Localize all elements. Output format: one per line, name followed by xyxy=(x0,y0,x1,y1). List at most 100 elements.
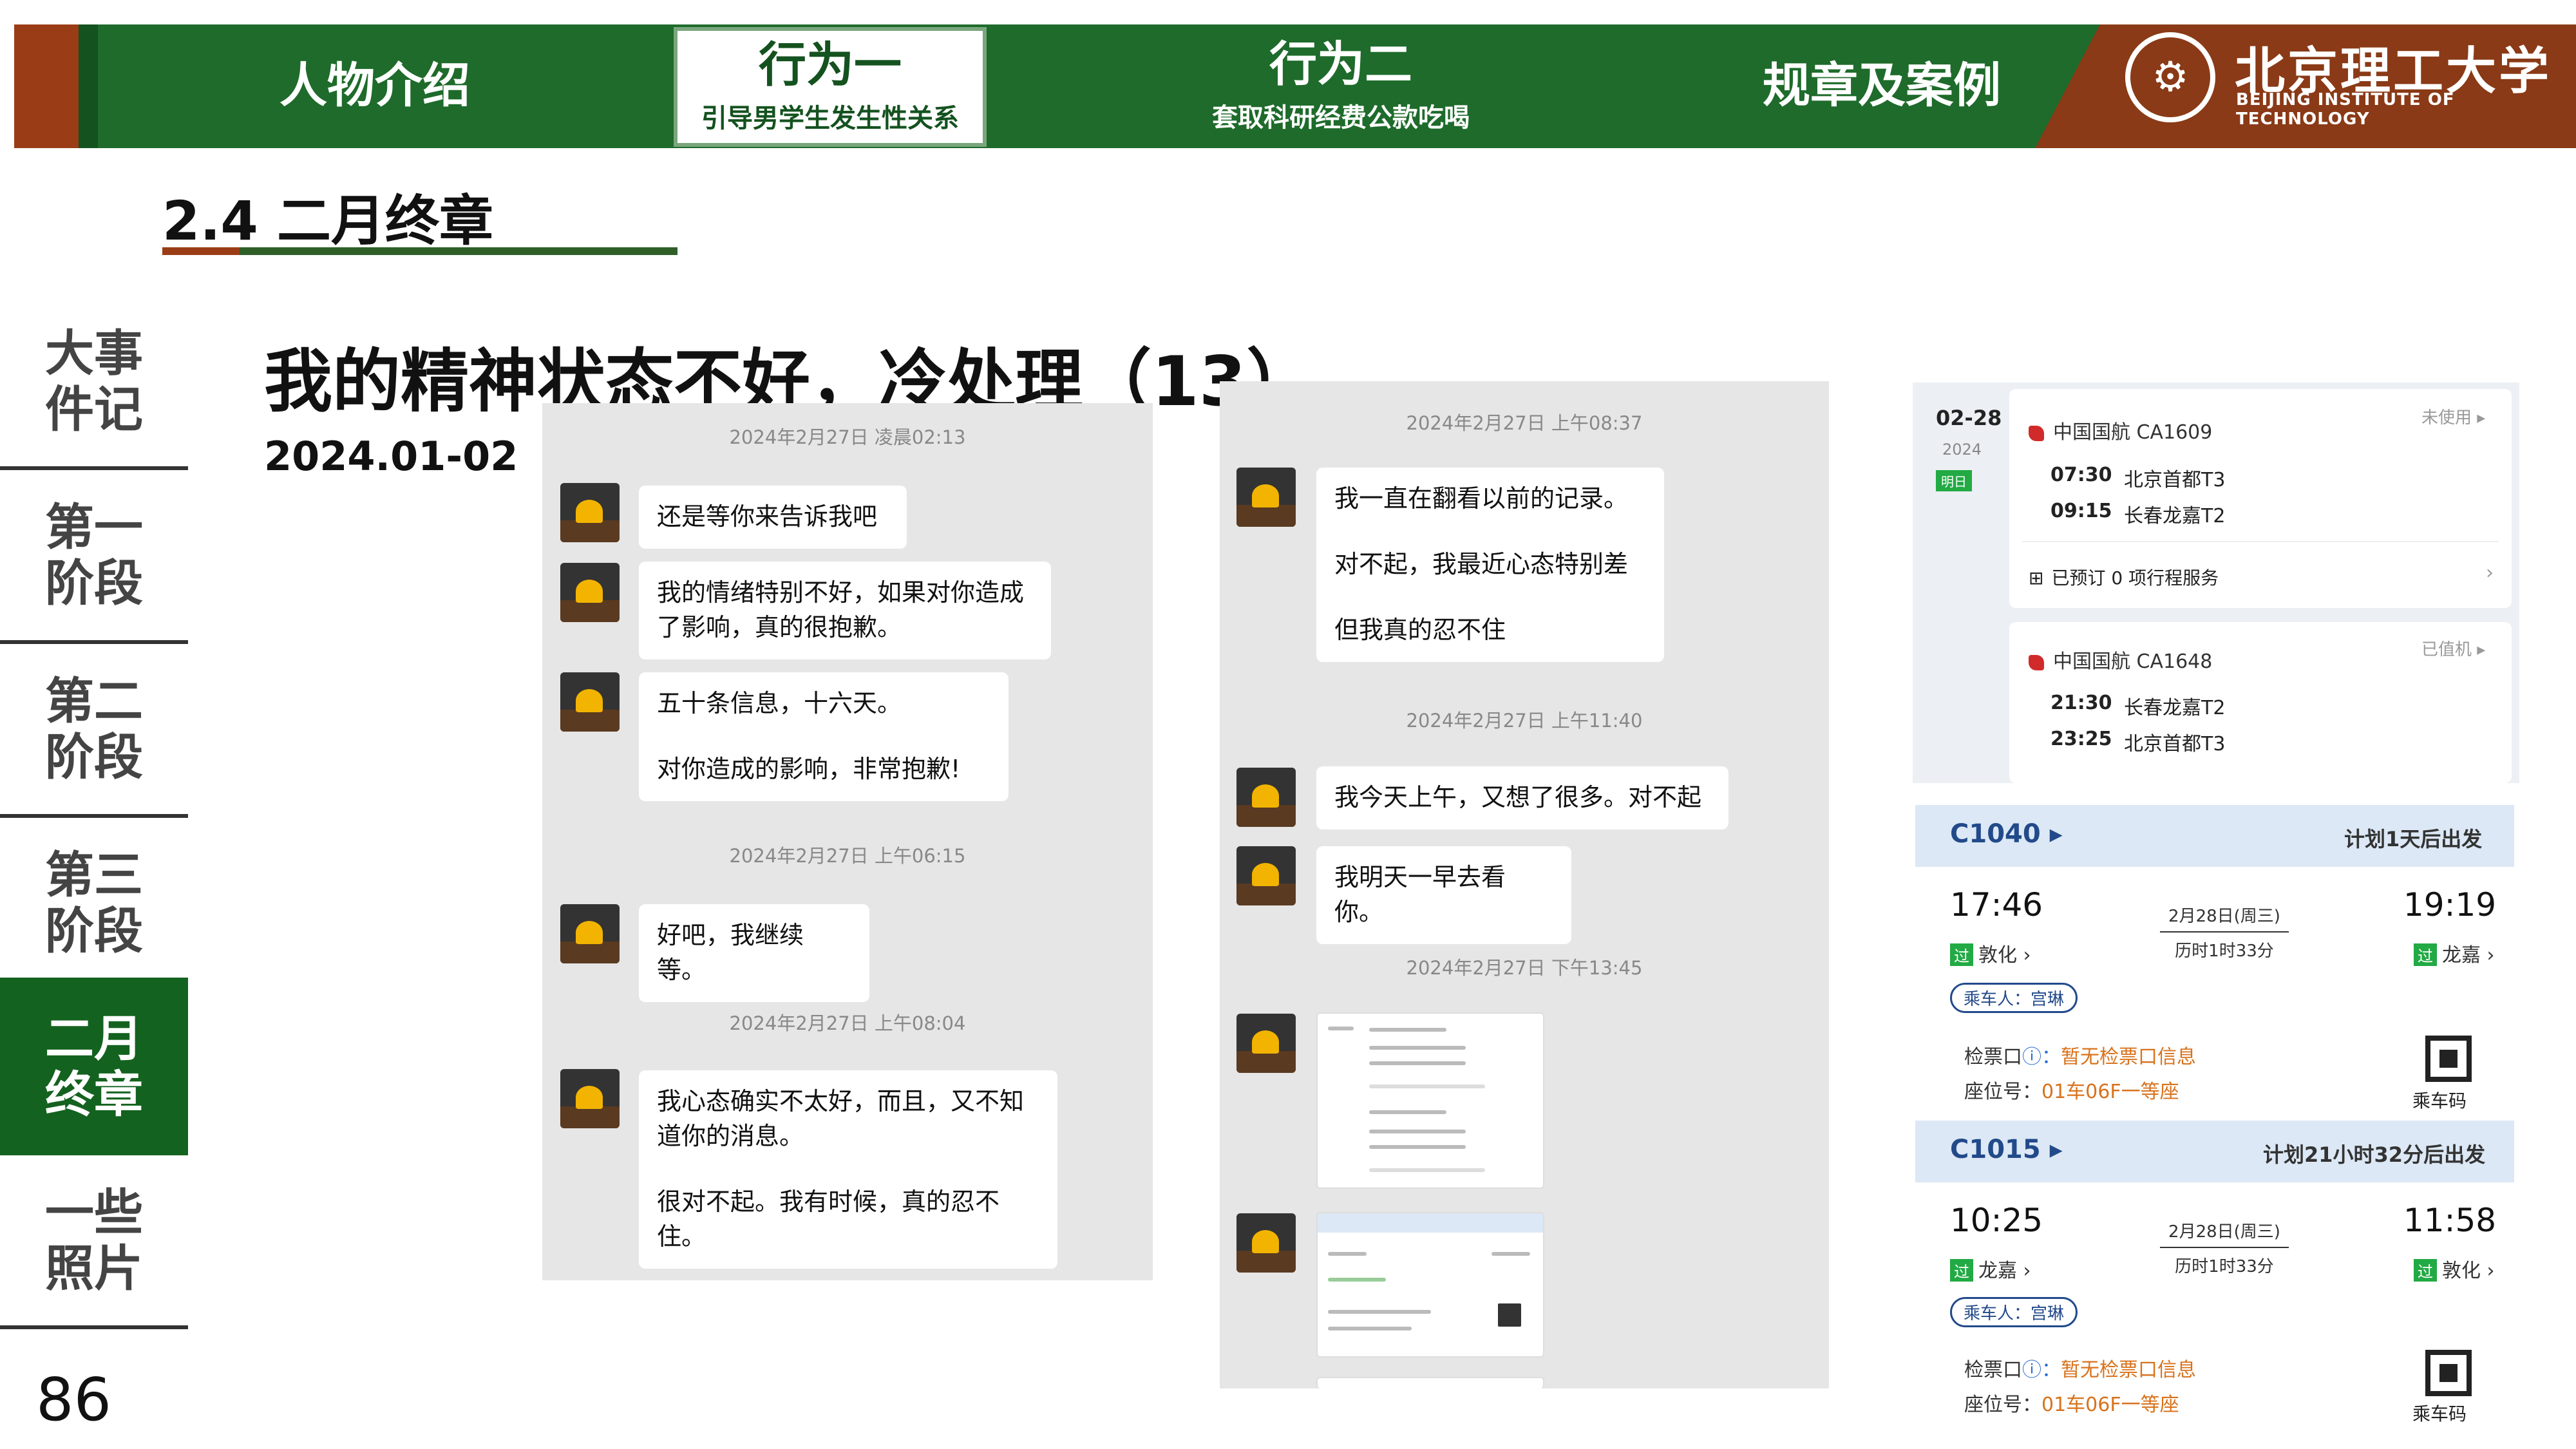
avatar xyxy=(560,563,620,622)
gate-info: 暂无检票口信息 xyxy=(2061,1046,2196,1068)
tab-behavior-one[interactable]: 行为一 引导男学生发生性关系 xyxy=(674,27,987,147)
train-number[interactable]: C1040 ▸ xyxy=(1950,819,2063,849)
tab-title: 行为一 xyxy=(759,37,902,93)
flight-segment-2[interactable]: 中国国航 CA1648 已值机 ▸ 21:30 长春龙嘉T2 23:25 北京首… xyxy=(2009,622,2512,783)
flight-status[interactable]: 已值机 ▸ xyxy=(2421,636,2485,660)
header-accent-strip xyxy=(14,24,79,148)
chat-bubble: 我明天一早去看你。 xyxy=(1316,846,1571,944)
departure-station[interactable]: 龙嘉 › xyxy=(1978,1260,2031,1282)
train-number[interactable]: C1015 ▸ xyxy=(1950,1135,2063,1164)
arrival-station[interactable]: 龙嘉 › xyxy=(2442,944,2495,967)
seat-info: 01车06F一等座 xyxy=(2041,1081,2179,1103)
arrival-airport: 长春龙嘉T2 xyxy=(2124,505,2226,527)
header-divider xyxy=(79,24,98,148)
avatar xyxy=(560,483,620,542)
chat-bubble: 我一直在翻看以前的记录。 对不起，我最近心态特别差 但我真的忍不住 xyxy=(1316,468,1664,662)
arrival-time: 19:19 xyxy=(2403,886,2497,923)
avatar xyxy=(1236,468,1296,527)
grid-icon: ⊞ xyxy=(2029,567,2044,589)
departure-airport: 长春龙嘉T2 xyxy=(2124,697,2226,719)
checked-badge: 过 xyxy=(2414,943,2437,966)
info-icon: ⓘ： xyxy=(2022,1359,2061,1381)
travel-date: 2月28日(周三) xyxy=(2168,1222,2280,1242)
arrival-time: 23:25 xyxy=(2050,728,2112,750)
arrival-station[interactable]: 敦化 › xyxy=(2442,1260,2495,1282)
tab-subtitle: 套取科研经费公款吃喝 xyxy=(1212,102,1470,133)
page-number: 86 xyxy=(36,1365,112,1434)
chevron-right-icon[interactable]: › xyxy=(2486,562,2494,584)
chat-bubble: 还是等你来告诉我吧 xyxy=(639,486,907,549)
tab-title: 规章及案例 xyxy=(1763,58,2001,114)
section-underline xyxy=(162,247,677,255)
train-ticket-thumbnail[interactable] xyxy=(1316,1212,1544,1358)
train-tickets-card: C1040 ▸ 计划1天后出发 17:46 19:19 2月28日(周三) 历时… xyxy=(1915,805,2514,1436)
travel-duration: 历时1时33分 xyxy=(2175,942,2274,961)
flight-screenshot-thumbnail[interactable] xyxy=(1316,1012,1544,1189)
booked-services: 已预订 0 项行程服务 xyxy=(2051,567,2219,589)
flight-status[interactable]: 未使用 ▸ xyxy=(2421,404,2485,428)
departure-plan: 计划1天后出发 xyxy=(2344,827,2483,851)
checked-badge: 过 xyxy=(2414,1259,2437,1282)
gate-label: 检票口 xyxy=(1964,1359,2022,1381)
sidebar-item-february-finale[interactable]: 二月 终章 xyxy=(0,978,188,1155)
section-title: 2.4 二月终章 xyxy=(162,189,494,252)
sidebar-item-timeline[interactable]: 大事 件记 xyxy=(0,296,188,470)
air-china-logo-icon xyxy=(2029,654,2044,670)
chat-bubble: 我今天上午，又想了很多。对不起 xyxy=(1316,766,1728,829)
qr-code-label: 乘车码 xyxy=(2412,1403,2467,1425)
departure-station[interactable]: 敦化 › xyxy=(1978,944,2031,967)
qr-code-icon[interactable] xyxy=(2425,1036,2472,1082)
flight-airline: 中国国航 CA1648 xyxy=(2053,650,2213,673)
qr-code-label: 乘车码 xyxy=(2412,1090,2467,1112)
avatar xyxy=(1236,1014,1296,1073)
departure-plan: 计划21小时32分后出发 xyxy=(2263,1142,2486,1167)
avatar xyxy=(1236,1213,1296,1273)
travel-date: 2月28日(周三) xyxy=(2168,907,2280,926)
tab-behavior-two[interactable]: 行为二 套取科研经费公款吃喝 xyxy=(1019,24,1663,148)
sidebar-item-stage-two[interactable]: 第二 阶段 xyxy=(0,644,188,818)
image-thumbnail-partial[interactable] xyxy=(1316,1377,1544,1388)
seat-label: 座位号： xyxy=(1964,1394,2041,1416)
arrival-airport: 北京首都T3 xyxy=(2124,733,2226,755)
avatar xyxy=(560,672,620,732)
university-name-en: BEIJING INSTITUTE OF TECHNOLOGY xyxy=(2236,90,2455,129)
tab-title: 人物介绍 xyxy=(279,58,470,114)
chat-bubble: 我心态确实不太好，而且，又不知道你的消息。 很对不起。我有时候，真的忍不住。 xyxy=(639,1070,1057,1269)
chat-timestamp: 2024年2月27日 凌晨02:13 xyxy=(729,426,966,448)
departure-time: 07:30 xyxy=(2050,464,2112,486)
info-icon: ⓘ： xyxy=(2022,1046,2061,1068)
tab-subtitle: 引导男学生发生性关系 xyxy=(701,103,959,133)
chat-bubble: 我的情绪特别不好，如果对你造成了影响，真的很抱歉。 xyxy=(639,562,1051,659)
arrival-time: 11:58 xyxy=(2403,1202,2497,1239)
checked-badge: 过 xyxy=(1950,1259,1973,1282)
chat-bubble: 好吧，我继续等。 xyxy=(639,904,869,1002)
seat-info: 01车06F一等座 xyxy=(2041,1394,2179,1416)
gate-info: 暂无检票口信息 xyxy=(2061,1359,2196,1381)
flight-airline: 中国国航 CA1609 xyxy=(2053,421,2213,444)
departure-time: 21:30 xyxy=(2050,692,2112,714)
flight-date: 02-28 xyxy=(1936,406,2002,430)
passenger-badge: 乘车人：宫琳 xyxy=(1950,983,2078,1013)
university-seal-icon: ⚙ xyxy=(2125,32,2215,122)
chat-timestamp: 2024年2月27日 上午08:37 xyxy=(1406,412,1643,434)
seat-label: 座位号： xyxy=(1964,1081,2041,1103)
flight-year: 2024 xyxy=(1942,440,1982,459)
gate-label: 检票口 xyxy=(1964,1046,2022,1068)
chat-screenshot-1: 2024年2月27日 凌晨02:13 还是等你来告诉我吧 我的情绪特别不好，如果… xyxy=(542,403,1153,1280)
checked-badge: 过 xyxy=(1950,943,1973,966)
sidebar-item-stage-three[interactable]: 第三 阶段 xyxy=(0,818,188,992)
slide-date: 2024.01-02 xyxy=(264,433,518,480)
flight-itinerary-card: 02-28 2024 明日 中国国航 CA1609 未使用 ▸ 07:30 北京… xyxy=(1913,383,2519,783)
chat-timestamp: 2024年2月27日 下午13:45 xyxy=(1406,957,1643,979)
avatar xyxy=(1236,846,1296,905)
tab-title: 行为二 xyxy=(1269,37,1412,93)
qr-code-icon[interactable] xyxy=(2425,1350,2472,1396)
chat-screenshot-2: 2024年2月27日 上午08:37 我一直在翻看以前的记录。 对不起，我最近心态… xyxy=(1220,381,1829,1388)
sidebar-item-stage-one[interactable]: 第一 阶段 xyxy=(0,470,188,644)
travel-duration: 历时1时33分 xyxy=(2175,1257,2274,1276)
departure-time: 10:25 xyxy=(1950,1202,2043,1239)
tab-person-intro[interactable]: 人物介绍 xyxy=(104,24,645,148)
flight-segment-1[interactable]: 中国国航 CA1609 未使用 ▸ 07:30 北京首都T3 09:15 长春龙… xyxy=(2009,389,2512,608)
sidebar-item-photos[interactable]: 一些 照片 xyxy=(0,1155,188,1329)
chat-timestamp: 2024年2月27日 上午08:04 xyxy=(729,1012,966,1034)
